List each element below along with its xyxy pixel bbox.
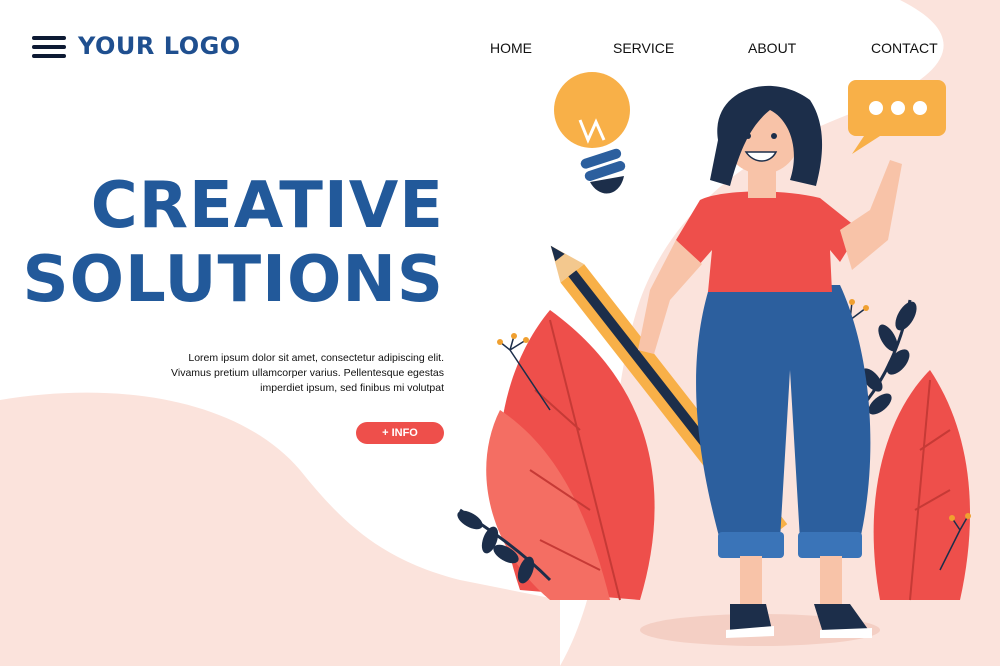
logo[interactable]: YOUR LOGO — [78, 32, 241, 60]
hero-description: Lorem ipsum dolor sit amet, consectetur … — [144, 351, 444, 396]
light-bulb-icon — [554, 72, 630, 194]
hero-description-line: Vivamus pretium ullamcorper varius. Pell… — [171, 367, 444, 379]
hero-title-line-2: SOLUTIONS — [22, 243, 444, 317]
hamburger-menu-icon[interactable] — [32, 36, 66, 58]
nav-about[interactable]: ABOUT — [748, 40, 796, 56]
chat-bubble-icon — [848, 80, 946, 154]
nav-contact[interactable]: CONTACT — [871, 40, 938, 56]
hero-description-line: imperdiet ipsum, sed finibus mi volutpat — [260, 382, 444, 394]
nav-home[interactable]: HOME — [490, 40, 532, 56]
nav-service[interactable]: SERVICE — [613, 40, 674, 56]
hero-description-line: Lorem ipsum dolor sit amet, consectetur … — [188, 352, 444, 364]
hero-illustration — [457, 72, 971, 646]
person — [638, 85, 902, 638]
info-button[interactable]: + INFO — [356, 422, 444, 444]
hero-title-line-1: CREATIVE — [90, 169, 444, 243]
